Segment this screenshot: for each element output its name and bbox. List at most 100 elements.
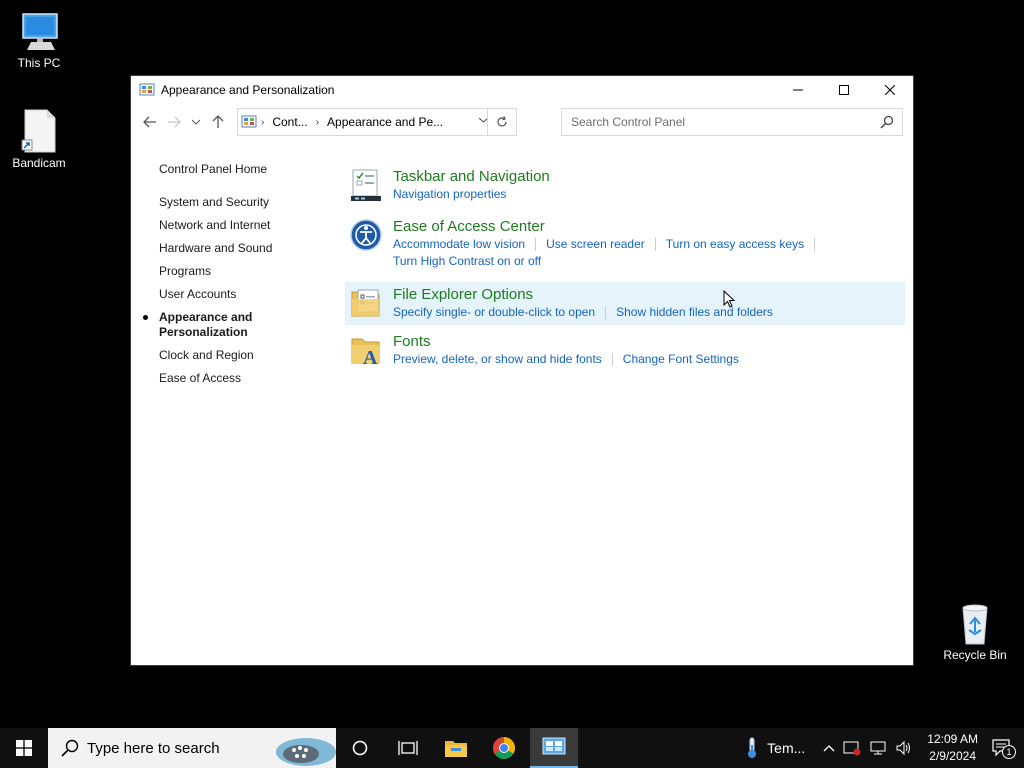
arrow-up-icon: [212, 115, 224, 128]
category-title[interactable]: Fonts: [393, 333, 905, 351]
refresh-icon: [497, 116, 507, 127]
file-shortcut-icon: [21, 109, 56, 153]
desktop-icon-label: Bandicam: [12, 156, 66, 170]
link-turn-on-easy-access-keys[interactable]: Turn on easy access keys: [666, 237, 804, 251]
link-divider: [605, 306, 607, 320]
control-panel-taskbar-button[interactable]: [530, 728, 578, 768]
notification-count-badge: 1: [1002, 745, 1016, 759]
title-bar[interactable]: Appearance and Personalization: [131, 76, 913, 104]
category-ease-of-access-center: Ease of Access Center Accommodate low vi…: [345, 214, 905, 274]
task-view-button[interactable]: [384, 728, 432, 768]
network-tray-button[interactable]: [869, 740, 887, 756]
window-title: Appearance and Personalization: [161, 83, 335, 97]
chrome-icon: [493, 737, 515, 759]
desktop-icon-recycle-bin[interactable]: Recycle Bin: [937, 602, 1013, 662]
breadcrumb-control-panel[interactable]: Cont...: [272, 115, 307, 129]
taskbar-icon[interactable]: [349, 168, 383, 202]
thermometer-icon: [748, 737, 757, 758]
link-navigation-properties[interactable]: Navigation properties: [393, 187, 506, 201]
start-button[interactable]: [0, 728, 48, 768]
nav-clock-and-region[interactable]: Clock and Region: [159, 348, 309, 363]
chrome-taskbar-button[interactable]: [480, 728, 528, 768]
desktop-icon-label: This PC: [17, 56, 61, 70]
search-icon: [61, 739, 79, 757]
cortana-button[interactable]: [336, 728, 384, 768]
left-navigation: Control Panel Home System and Security N…: [143, 162, 309, 394]
refresh-button[interactable]: [487, 109, 516, 135]
nav-control-panel-home[interactable]: Control Panel Home: [159, 162, 309, 177]
folder-icon: [445, 741, 467, 757]
breadcrumb-appearance[interactable]: Appearance and Pe...: [327, 115, 443, 129]
control-panel-icon: [139, 83, 155, 96]
chevron-down-icon: [192, 119, 200, 125]
nav-user-accounts[interactable]: User Accounts: [159, 287, 309, 302]
file-explorer-options-icon[interactable]: [349, 286, 383, 320]
close-button[interactable]: [867, 76, 913, 104]
volume-tray-button[interactable]: [895, 740, 913, 756]
control-panel-icon: [241, 115, 257, 128]
taskbar-search-placeholder: Type here to search: [87, 739, 220, 757]
link-use-screen-reader[interactable]: Use screen reader: [546, 237, 645, 251]
taskbar: Type here to search Tem... 12:09 AM 2/9/…: [0, 728, 1024, 768]
mouse-cursor-icon: [723, 290, 735, 308]
up-button[interactable]: [206, 110, 230, 134]
taskbar-search-box[interactable]: Type here to search: [48, 728, 336, 768]
category-taskbar-and-navigation: Taskbar and Navigation Navigation proper…: [345, 164, 905, 210]
category-title[interactable]: Taskbar and Navigation: [393, 168, 905, 186]
nav-ease-of-access[interactable]: Ease of Access: [159, 371, 309, 386]
nav-programs[interactable]: Programs: [159, 264, 309, 279]
shield-warning-icon: [843, 741, 861, 756]
link-change-font-settings[interactable]: Change Font Settings: [623, 352, 739, 366]
show-hidden-icons-button[interactable]: [823, 744, 835, 752]
category-title[interactable]: File Explorer Options: [393, 286, 905, 304]
file-explorer-taskbar-button[interactable]: [432, 728, 480, 768]
link-divider: [535, 238, 537, 252]
task-view-icon: [398, 741, 418, 755]
control-panel-window: Appearance and Personalization › Cont...…: [130, 75, 914, 666]
desktop-icon-this-pc[interactable]: This PC: [1, 10, 77, 70]
clock-date: 2/9/2024: [929, 749, 976, 763]
forward-button[interactable]: [162, 110, 186, 134]
svg-text:A: A: [363, 347, 378, 367]
link-accommodate-low-vision[interactable]: Accommodate low vision: [393, 237, 525, 251]
breadcrumb-separator-icon: ›: [315, 116, 320, 128]
nav-system-and-security[interactable]: System and Security: [159, 195, 309, 210]
category-fonts: A Fonts Preview, delete, or show and hid…: [345, 329, 905, 375]
network-icon: [870, 741, 886, 755]
nav-appearance-and-personalization: Appearance and Personalization: [143, 310, 309, 340]
search-icon[interactable]: [880, 115, 894, 129]
nav-network-and-internet[interactable]: Network and Internet: [159, 218, 309, 233]
back-button[interactable]: [138, 110, 162, 134]
minimize-button[interactable]: [775, 76, 821, 104]
maximize-icon: [839, 85, 849, 95]
desktop-icon-bandicam[interactable]: Bandicam: [1, 108, 77, 170]
recent-locations-button[interactable]: [186, 110, 206, 134]
close-icon: [885, 85, 895, 95]
cortana-circle-icon: [352, 740, 368, 756]
nav-current-label: Appearance and Personalization: [159, 310, 253, 339]
link-preview-fonts[interactable]: Preview, delete, or show and hide fonts: [393, 352, 602, 366]
category-list: Taskbar and Navigation Navigation proper…: [345, 164, 905, 375]
category-file-explorer-options: File Explorer Options Specify single- or…: [345, 282, 905, 325]
windows-logo-icon: [16, 740, 32, 756]
link-divider: [654, 238, 656, 252]
category-title[interactable]: Ease of Access Center: [393, 218, 905, 236]
action-center-button[interactable]: 1: [992, 739, 1016, 759]
search-box[interactable]: [561, 108, 903, 136]
weather-widget[interactable]: Tem...: [745, 737, 805, 759]
link-turn-high-contrast[interactable]: Turn High Contrast on or off: [393, 254, 541, 268]
maximize-button[interactable]: [821, 76, 867, 104]
current-item-bullet-icon: [143, 315, 148, 320]
fonts-icon[interactable]: A: [349, 333, 383, 367]
link-show-hidden-files[interactable]: Show hidden files and folders: [616, 305, 773, 319]
ease-of-access-icon[interactable]: [349, 218, 383, 252]
system-tray: Tem... 12:09 AM 2/9/2024 1: [741, 728, 1024, 768]
security-tray-button[interactable]: [843, 740, 861, 756]
address-bar[interactable]: › Cont... › Appearance and Pe...: [237, 108, 517, 136]
link-single-double-click[interactable]: Specify single- or double-click to open: [393, 305, 595, 319]
clock[interactable]: 12:09 AM 2/9/2024: [927, 731, 978, 765]
weather-label: Tem...: [767, 740, 806, 756]
search-input[interactable]: [569, 114, 873, 130]
nav-hardware-and-sound[interactable]: Hardware and Sound: [159, 241, 309, 256]
recycle-bin-icon: [962, 604, 988, 645]
